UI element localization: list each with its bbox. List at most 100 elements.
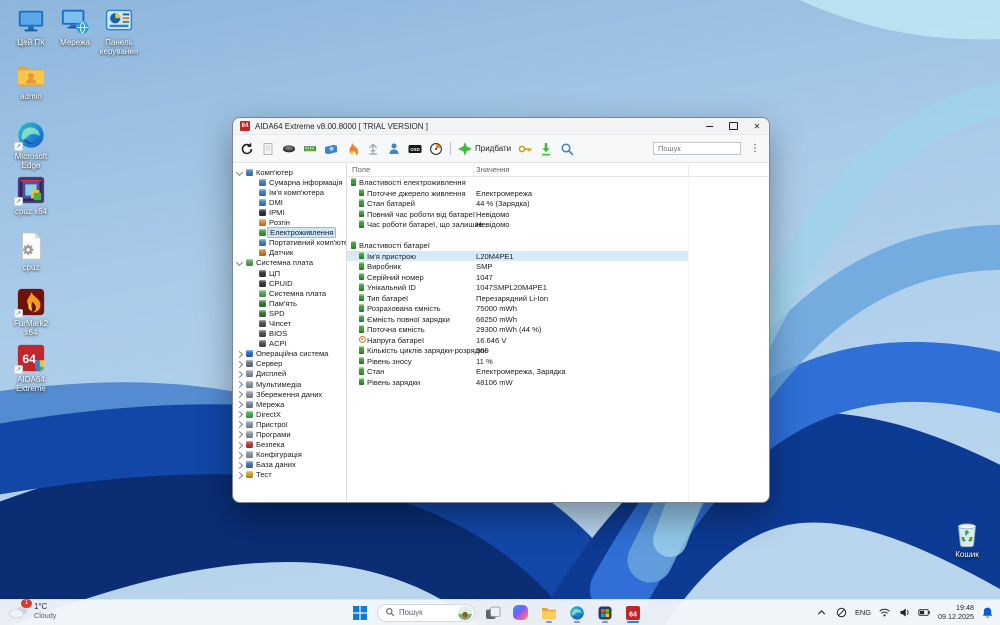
key-icon[interactable] [518, 142, 532, 156]
video-adapter-icon[interactable] [324, 142, 338, 156]
language-indicator[interactable]: ENG [855, 608, 871, 617]
tree-item-ipmi[interactable]: IPMI [233, 207, 346, 217]
chevron-right-icon[interactable] [235, 411, 244, 419]
tree-item-security[interactable]: Безпека [233, 440, 346, 450]
value-row[interactable]: Кількість циклів зарядки-розрядки 369 [347, 345, 769, 356]
taskbar-search-box[interactable]: Пошук [377, 603, 475, 622]
benchmark-icon[interactable] [366, 142, 380, 156]
tree-item-server[interactable]: Сервер [233, 359, 346, 369]
value-row[interactable]: Ємність повної зарядки 66250 mWh [347, 314, 769, 325]
chevron-down-icon[interactable] [235, 168, 244, 176]
desktop-icon-recycle-bin[interactable]: Кошик [944, 518, 990, 559]
value-row[interactable]: Рівень зносу 11 % [347, 356, 769, 367]
desktop-icon-aida64[interactable]: 64 ↗ AIDA64 Extreme [8, 343, 54, 393]
value-row[interactable]: Тип батареї Перезарядний Li-Ion [347, 293, 769, 304]
section-row[interactable]: Властивості електроживлення [347, 177, 769, 188]
close-button[interactable]: ✕ [745, 118, 769, 134]
taskbar-file-explorer-button[interactable] [538, 602, 559, 623]
value-row[interactable]: Виробник SMP [347, 261, 769, 272]
column-value[interactable]: Значення [476, 165, 510, 174]
chevron-right-icon[interactable] [235, 431, 244, 439]
notification-bell-icon[interactable] [981, 606, 994, 619]
gauge-icon[interactable] [429, 142, 443, 156]
section-row[interactable]: Властивості батареї [347, 240, 769, 251]
tree-item-display[interactable]: Дисплей [233, 369, 346, 379]
chevron-right-icon[interactable] [235, 370, 244, 378]
find-icon[interactable] [560, 142, 574, 156]
value-row[interactable]: Ім'я пристрою L20M4PE1 [347, 250, 769, 261]
value-row[interactable]: Повний час роботи від батареї Невідомо [347, 209, 769, 220]
value-row[interactable]: Поточне джерело живлення Електромережа [347, 188, 769, 199]
tree-item-power[interactable]: Електроживлення [233, 227, 346, 239]
user-icon[interactable] [387, 142, 401, 156]
value-row[interactable]: Стан батарей 44 % (Зарядка) [347, 198, 769, 209]
hidden-icons-chevron[interactable] [815, 606, 828, 619]
weather-widget[interactable]: 1 1°C Cloudy [8, 599, 56, 620]
desktop-icon-edge[interactable]: ↗ Microsoft Edge [8, 120, 54, 170]
column-headers[interactable]: Поле Значення [347, 163, 769, 177]
desktop-icon-user-folder[interactable]: admin [8, 60, 54, 101]
chevron-right-icon[interactable] [235, 471, 244, 479]
status-slash-icon[interactable] [835, 606, 848, 619]
value-row[interactable]: Стан Електромережа, Зарядка [347, 366, 769, 377]
tree-item-cpu[interactable]: ЦП [233, 268, 346, 278]
tree-item-dmi[interactable]: DMI [233, 197, 346, 207]
tree-item-multimedia[interactable]: Мультимедіа [233, 379, 346, 389]
burn-icon[interactable] [345, 142, 359, 156]
tree-item-cpuid[interactable]: CPUID [233, 278, 346, 288]
tree-item-acpi[interactable]: ACPI [233, 339, 346, 349]
buy-button[interactable]: Придбати [458, 141, 511, 156]
taskbar-copilot-button[interactable] [510, 602, 531, 623]
titlebar[interactable]: 64 AIDA64 Extreme v8.00.8000 [ TRIAL VER… [233, 118, 769, 134]
refresh-icon[interactable] [240, 142, 254, 156]
volume-icon[interactable] [898, 606, 911, 619]
desktop-icon-this-pc[interactable]: Цей ПК [8, 6, 54, 47]
value-row[interactable]: Унікальний ID 1047SMPL20M4PE1 [347, 282, 769, 293]
tree-item-devices[interactable]: Пристрої [233, 419, 346, 429]
chevron-down-icon[interactable] [235, 259, 244, 267]
chevron-right-icon[interactable] [235, 461, 244, 469]
chevron-right-icon[interactable] [235, 391, 244, 399]
tree-item-memory[interactable]: Пам'ять [233, 298, 346, 308]
tree-item-directx[interactable]: DirectX [233, 409, 346, 419]
wifi-icon[interactable] [878, 606, 891, 619]
tree-item-chipset[interactable]: Чіпсет [233, 318, 346, 328]
value-row[interactable]: Рівень зарядки 48106 mW [347, 377, 769, 388]
tree-item-bios[interactable]: BIOS [233, 329, 346, 339]
chevron-right-icon[interactable] [235, 350, 244, 358]
taskbar-edge-button[interactable] [566, 602, 587, 623]
tree-item-computer[interactable]: Комп'ютер [233, 167, 346, 177]
value-row[interactable]: Розрахована ємність 75000 mWh [347, 303, 769, 314]
value-row[interactable]: Напруга батареї 16.646 V [347, 335, 769, 346]
chevron-right-icon[interactable] [235, 380, 244, 389]
tree-item-motherboard[interactable]: Системна плата [233, 288, 346, 298]
battery-icon[interactable] [918, 606, 931, 619]
more-menu-icon[interactable]: ⋮ [748, 143, 762, 154]
osd-icon[interactable]: OSD [408, 142, 422, 156]
tree-item-portable[interactable]: Портативний комп'ютер [233, 238, 346, 248]
tree-item-computer-name[interactable]: Ім'я комп'ютера [233, 187, 346, 197]
chevron-right-icon[interactable] [235, 451, 244, 459]
tree-item-benchmark[interactable]: Тест [233, 470, 346, 480]
tree-item-os[interactable]: Операційна система [233, 349, 346, 359]
taskbar-store-button[interactable] [594, 602, 615, 623]
column-field[interactable]: Поле [352, 165, 370, 174]
tree-item-software[interactable]: Програми [233, 429, 346, 439]
column-divider[interactable] [473, 165, 474, 176]
tree-item-spd[interactable]: SPD [233, 308, 346, 318]
value-row[interactable]: Серійний номер 1047 [347, 272, 769, 283]
taskbar-task-view-button[interactable] [482, 602, 503, 623]
desktop-icon-network[interactable]: Мережа [52, 6, 98, 47]
tree-item-motherboard[interactable]: Системна плата [233, 258, 346, 268]
tree-item-sensor[interactable]: Датчик [233, 248, 346, 258]
download-icon[interactable] [539, 142, 553, 156]
taskbar-aida64-button[interactable]: 64 [622, 602, 643, 623]
tree-item-network[interactable]: Мережа [233, 399, 346, 409]
cpu-icon[interactable] [282, 142, 296, 156]
tree-item-config[interactable]: Конфігурація [233, 450, 346, 460]
desktop-icon-cpuz-app[interactable]: ↗ cpuz x64 [8, 175, 54, 216]
desktop-icon-furmark[interactable]: ↗ FurMark2 x64 [8, 287, 54, 337]
tree-item-storage[interactable]: Збереження даних [233, 389, 346, 399]
maximize-button[interactable] [721, 118, 745, 134]
chevron-right-icon[interactable] [235, 421, 244, 429]
